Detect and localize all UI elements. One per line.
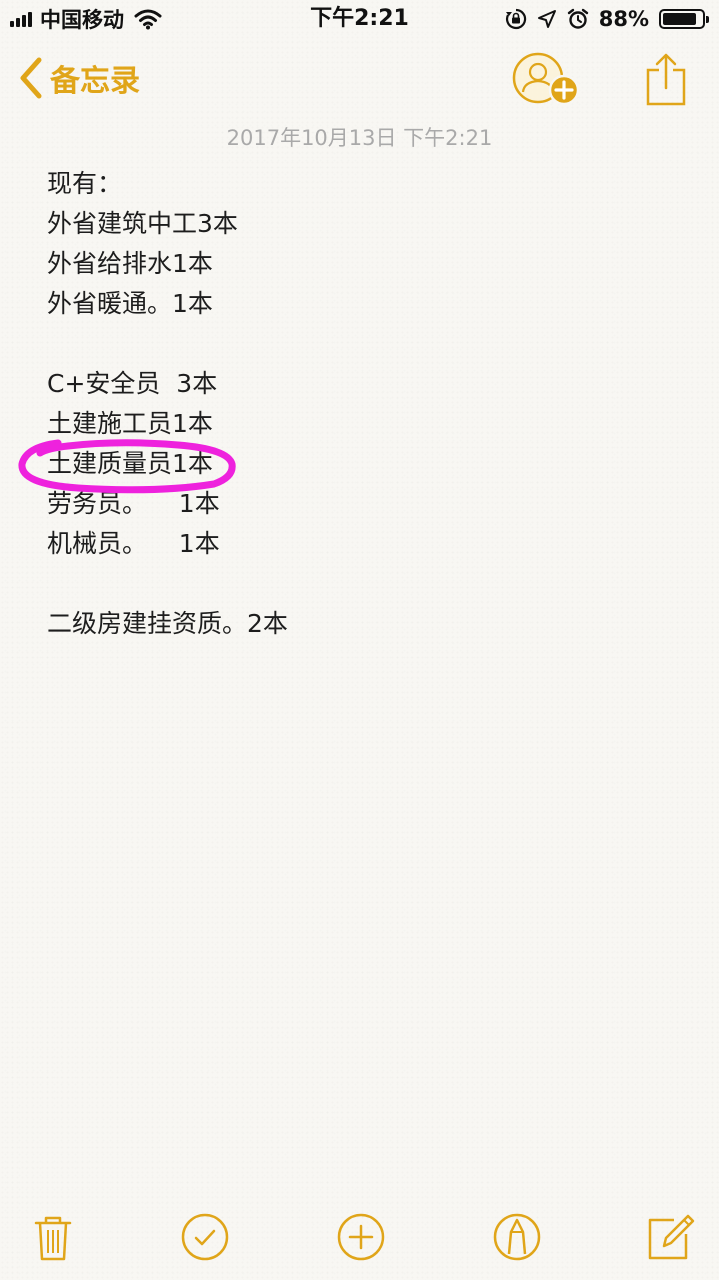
add-person-icon[interactable]: [512, 52, 584, 108]
add-icon[interactable]: [336, 1212, 386, 1262]
status-right: 88%: [505, 4, 709, 34]
orientation-lock-icon: [505, 8, 526, 30]
note-line: 机械员。 1本: [47, 529, 220, 558]
markup-icon[interactable]: [492, 1212, 542, 1262]
note-line: 土建施工员1本: [47, 409, 213, 438]
note-line: C+安全员 3本: [47, 369, 218, 398]
note-line: 现有：: [47, 169, 123, 198]
back-label: 备忘录: [50, 64, 140, 99]
note-line: 劳务员。 1本: [47, 489, 220, 518]
note-line: 外省暖通。1本: [47, 289, 213, 318]
compose-icon[interactable]: [646, 1212, 696, 1262]
note-line: 外省给排水1本: [47, 249, 213, 278]
note-line-highlighted: 土建质量员1本: [47, 449, 213, 478]
checklist-icon[interactable]: [180, 1212, 230, 1262]
trash-icon[interactable]: [28, 1212, 78, 1262]
bottom-toolbar: [0, 1200, 719, 1274]
note-date: 2017年10月13日 下午2:21: [226, 126, 493, 150]
note-line: 外省建筑中工3本: [47, 209, 238, 238]
status-bar: 中国移动 下午2:21 88%: [0, 0, 719, 40]
chevron-left-icon: [20, 57, 42, 99]
note-body[interactable]: 现有： 外省建筑中工3本 外省给排水1本 外省暖通。1本 C+安全员 3本 土建…: [47, 164, 687, 644]
note-line: [47, 564, 687, 604]
battery-fill: [663, 13, 697, 25]
alarm-icon: [567, 8, 588, 29]
battery-percent: 88%: [598, 7, 649, 31]
share-icon[interactable]: [644, 52, 688, 108]
battery-icon: [659, 9, 709, 29]
note-line: 二级房建挂资质。2本: [47, 609, 288, 638]
back-button[interactable]: 备忘录: [18, 56, 140, 100]
nav-bar: 备忘录: [0, 48, 719, 112]
location-icon: [537, 10, 556, 28]
note-line: [47, 324, 687, 364]
